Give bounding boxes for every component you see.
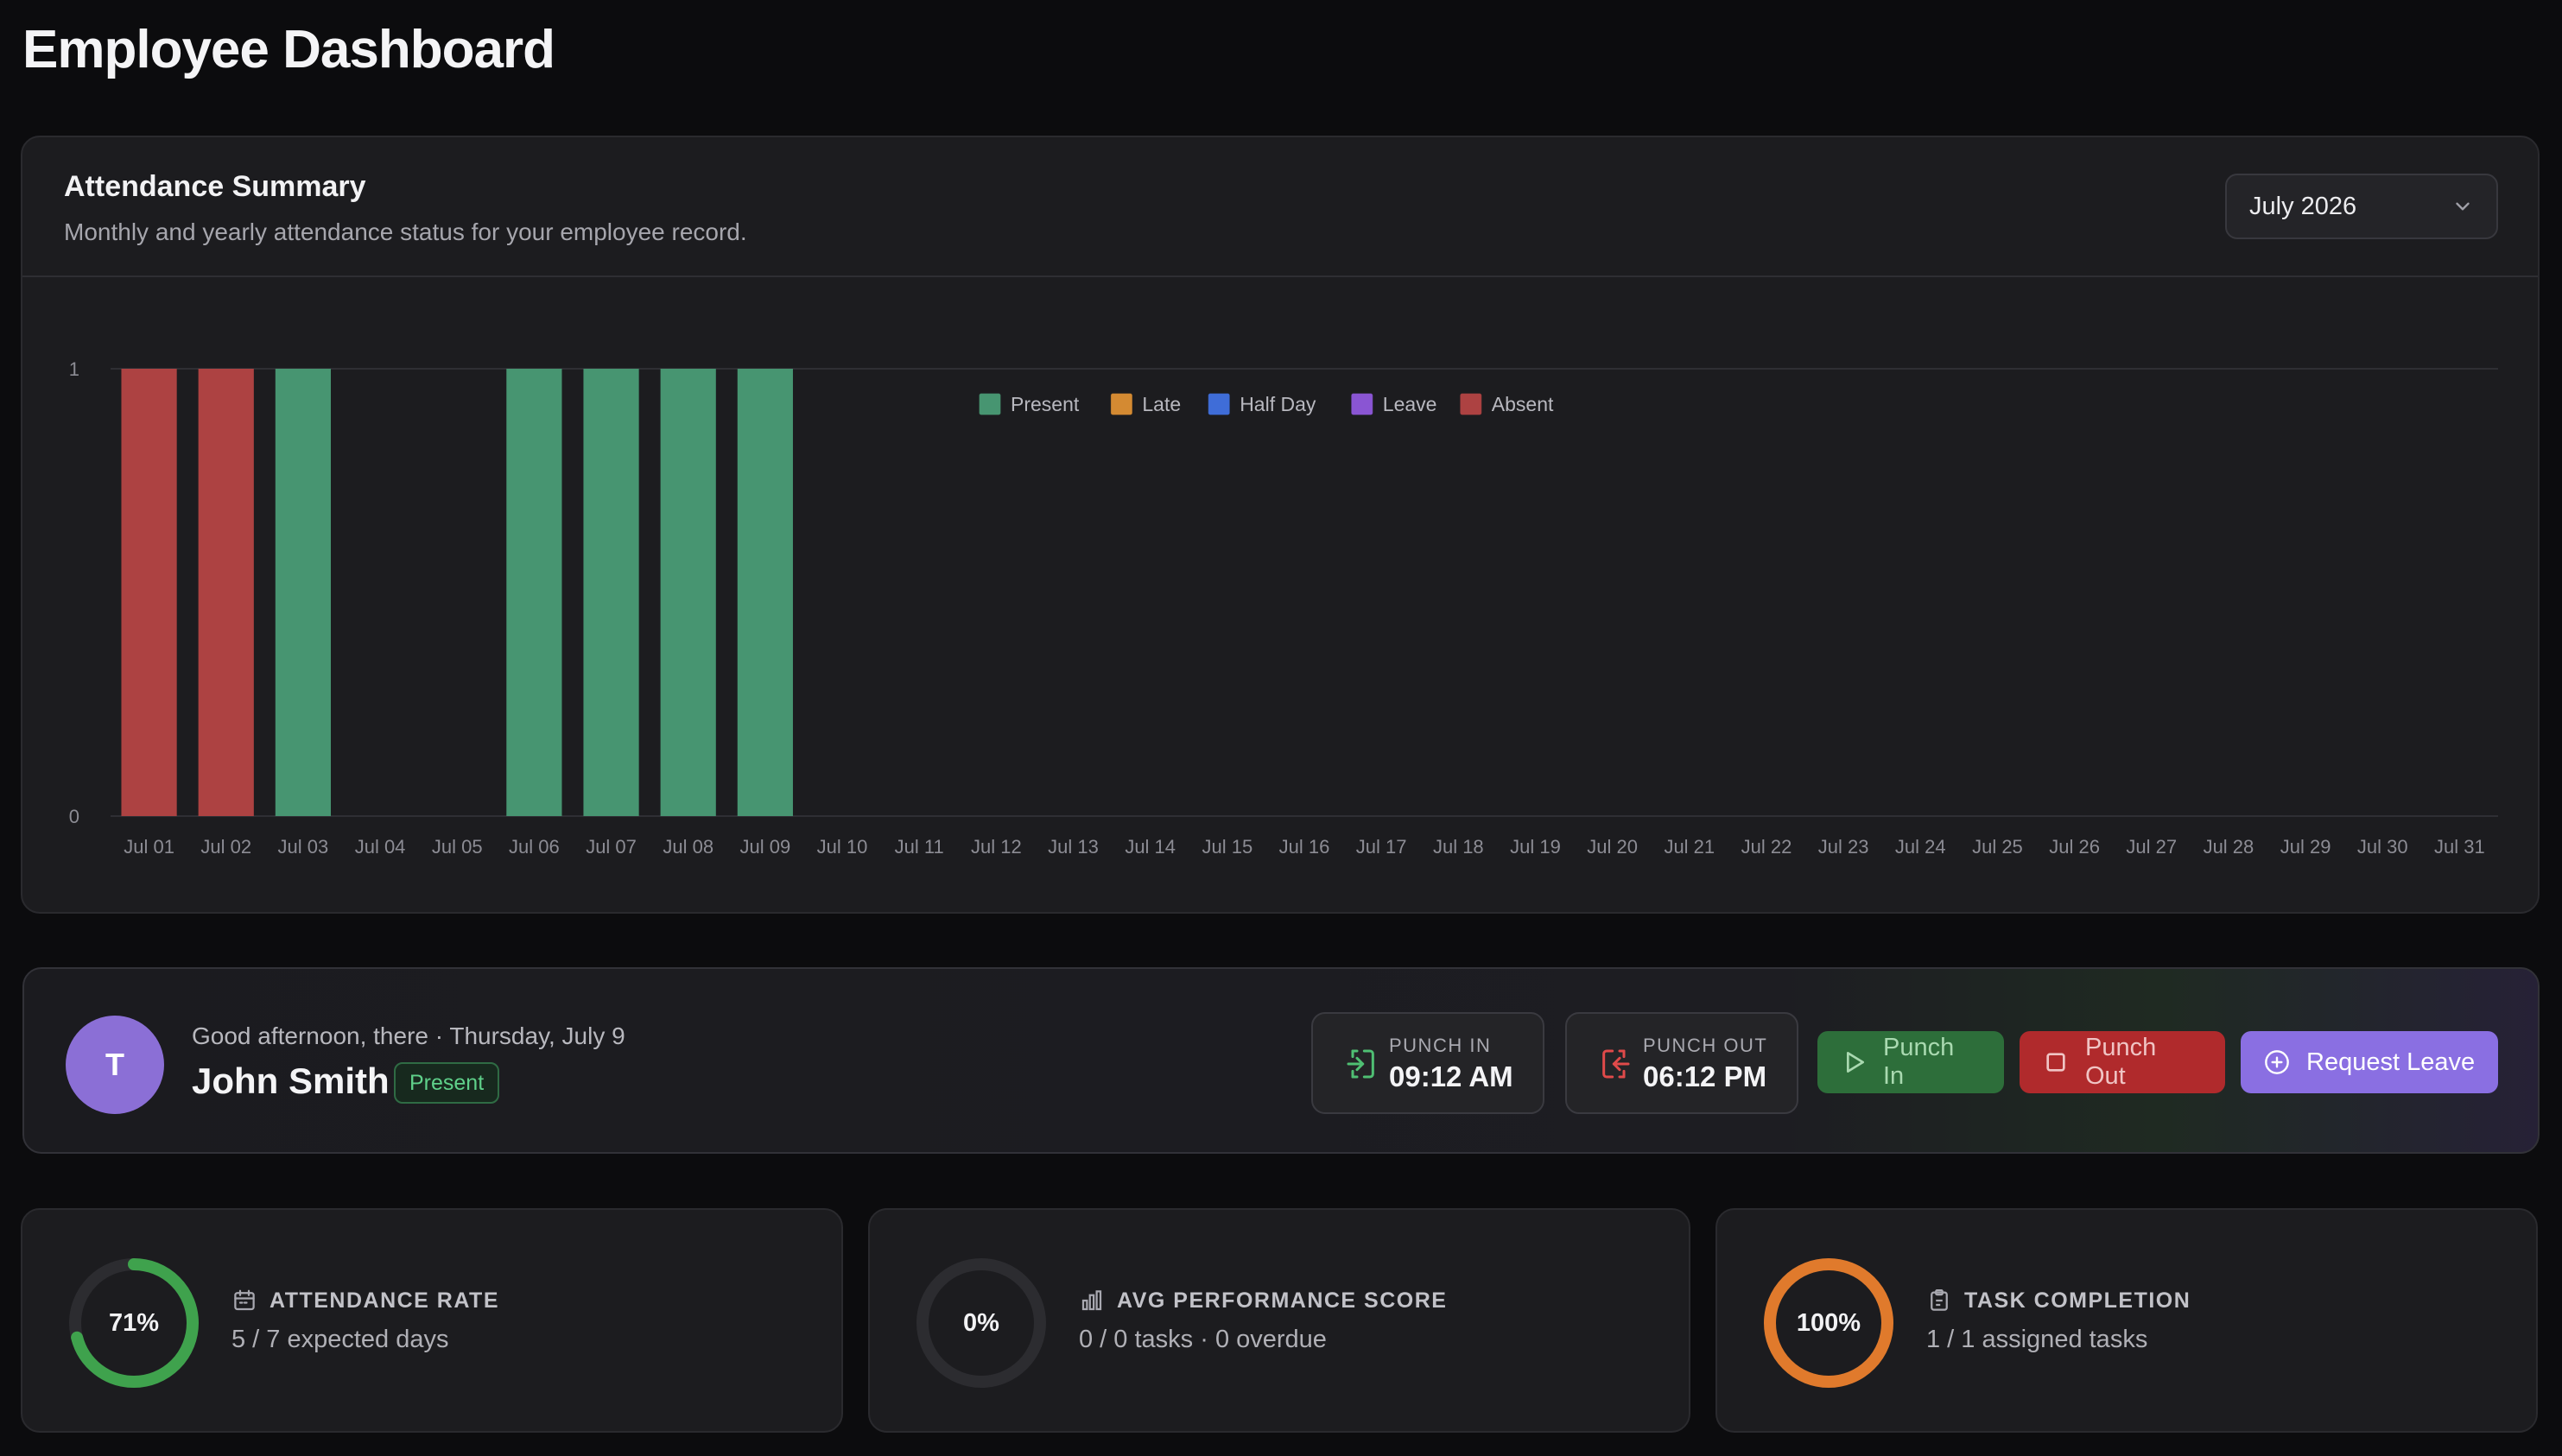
bar-present (506, 369, 562, 816)
x-tick-label: Jul 24 (1895, 836, 1946, 858)
performance-score-subtext: 0 / 0 tasks · 0 overdue (1079, 1326, 1327, 1353)
bar-absent (198, 369, 254, 816)
x-tick-label: Jul 30 (2357, 836, 2408, 858)
bar-present (275, 369, 332, 816)
x-tick-label: Jul 18 (1433, 836, 1484, 858)
x-tick-label: Jul 03 (278, 836, 329, 858)
x-tick-label: Jul 31 (2434, 836, 2485, 858)
task-completion-label: TASK COMPLETION (1964, 1288, 2191, 1313)
attendance-rate-subtext: 5 / 7 expected days (231, 1326, 449, 1353)
performance-score-value: 0% (963, 1308, 999, 1337)
attendance-rate-value: 71% (108, 1308, 160, 1337)
legend-label-leave: Leave (1383, 393, 1437, 415)
x-tick-label: Jul 26 (2049, 836, 2100, 858)
y-tick-label: 0 (69, 806, 79, 827)
legend-label-present: Present (1011, 393, 1080, 415)
user-name: John Smith (192, 1060, 390, 1101)
x-tick-label: Jul 17 (1356, 836, 1407, 858)
attendance-chart: 0 1 Present Late Half Day Leave Absent Jul 01 Ju… (69, 358, 2498, 858)
page-title: Employee Dashboard (22, 20, 555, 79)
attendance-rate-label-row: ATTENDANCE RATE (231, 1288, 499, 1314)
legend-label-half_day: Half Day (1240, 393, 1316, 415)
x-tick-label: Jul 09 (740, 836, 791, 858)
performance-score-label-row: AVG PERFORMANCE SCORE (1079, 1288, 1447, 1314)
x-tick-label: Jul 22 (1741, 836, 1792, 858)
performance-score-label: AVG PERFORMANCE SCORE (1117, 1288, 1448, 1313)
legend-swatch-late (1110, 393, 1132, 415)
avatar: T (66, 1016, 164, 1114)
x-tick-label: Jul 23 (1818, 836, 1869, 858)
x-tick-label: Jul 12 (971, 836, 1022, 858)
punch-out-button[interactable]: Punch Out (2020, 1031, 2225, 1093)
bar-chart-icon (1081, 1290, 1102, 1311)
legend-swatch-leave (1351, 393, 1373, 415)
attendance-rate-label: ATTENDANCE RATE (270, 1288, 500, 1313)
calendar-icon (234, 1289, 255, 1311)
attendance-summary-header: Attendance Summary Monthly and yearly at… (22, 137, 2538, 277)
legend-swatch-half_day (1208, 393, 1230, 415)
y-tick-label: 1 (69, 358, 79, 380)
attendance-summary-title: Attendance Summary (64, 170, 366, 203)
x-tick-label: Jul 08 (663, 836, 713, 858)
month-select[interactable]: July 2026 (2225, 174, 2498, 239)
punch-out-time: 06:12 PM (1643, 1060, 1767, 1092)
bar-present (737, 369, 793, 816)
x-tick-label: Jul 06 (509, 836, 560, 858)
attendance-rate-card: 71% ATTENDANCE RATE 5 / 7 expected days (21, 1208, 843, 1433)
bar-present (660, 369, 716, 816)
bar-absent (121, 369, 177, 816)
punch-out-label: PUNCH OUT (1643, 1035, 1768, 1056)
task-completion-subtext: 1 / 1 assigned tasks (1926, 1326, 2148, 1353)
logout-icon (1602, 1049, 1630, 1079)
punch-in-button[interactable]: Punch In (1817, 1031, 2004, 1093)
x-tick-label: Jul 15 (1202, 836, 1252, 858)
bar-present (583, 369, 639, 816)
x-tick-label: Jul 01 (124, 836, 174, 858)
x-tick-label: Jul 25 (1972, 836, 2023, 858)
punch-out-button-label: Punch Out (2085, 1034, 2157, 1090)
x-tick-label: Jul 13 (1048, 836, 1099, 858)
login-icon (1347, 1049, 1374, 1079)
stop-icon (2046, 1053, 2065, 1072)
x-tick-label: Jul 16 (1279, 836, 1330, 858)
x-tick-label: Jul 07 (586, 836, 637, 858)
x-tick-label: Jul 02 (200, 836, 251, 858)
x-tick-label: Jul 28 (2204, 836, 2254, 858)
attendance-summary-subtitle: Monthly and yearly attendance status for… (64, 218, 747, 245)
status-badge: Present (394, 1062, 500, 1104)
play-icon (1847, 1052, 1864, 1073)
x-tick-label: Jul 11 (895, 836, 944, 858)
greeting-card: T Good afternoon, there · Thursday, July… (22, 967, 2540, 1154)
punch-in-time: 09:12 AM (1389, 1060, 1513, 1092)
greeting-message: Good afternoon, there · Thursday, July 9 (192, 1022, 625, 1049)
x-tick-label: Jul 19 (1510, 836, 1561, 858)
x-tick-label: Jul 05 (432, 836, 483, 858)
task-completion-label-row: TASK COMPLETION (1926, 1288, 2191, 1314)
punch-in-label: PUNCH IN (1389, 1035, 1492, 1056)
x-tick-label: Jul 04 (355, 836, 406, 858)
x-tick-label: Jul 14 (1125, 836, 1176, 858)
legend-label-late: Late (1142, 393, 1181, 415)
x-tick-label: Jul 27 (2126, 836, 2177, 858)
performance-score-card: 0% AVG PERFORMANCE SCORE 0 / 0 tasks · 0… (868, 1208, 1690, 1433)
month-select-value: July 2026 (2249, 192, 2357, 220)
punch-out-time-box: PUNCH OUT 06:12 PM (1565, 1012, 1798, 1114)
clipboard-icon (1931, 1289, 1948, 1311)
chevron-down-icon (2456, 202, 2470, 211)
x-tick-label: Jul 10 (817, 836, 868, 858)
x-tick-label: Jul 21 (1664, 836, 1715, 858)
legend-swatch-present (979, 393, 1001, 415)
task-completion-card: 100% TASK COMPLETION 1 / 1 assigned task… (1715, 1208, 2538, 1433)
punch-in-button-label: Punch In (1883, 1034, 1955, 1090)
request-leave-button-label: Request Leave (2306, 1048, 2476, 1076)
x-tick-label: Jul 29 (2280, 836, 2331, 858)
legend-swatch-absent (1460, 393, 1482, 415)
legend-label-absent: Absent (1492, 393, 1554, 415)
task-completion-value: 100% (1796, 1308, 1861, 1337)
x-tick-label: Jul 20 (1587, 836, 1638, 858)
attendance-summary-card: Attendance Summary Monthly and yearly at… (21, 136, 2540, 914)
punch-in-time-box: PUNCH IN 09:12 AM (1311, 1012, 1544, 1114)
request-leave-button[interactable]: Request Leave (2241, 1031, 2498, 1093)
plus-circle-icon (2265, 1050, 2289, 1074)
